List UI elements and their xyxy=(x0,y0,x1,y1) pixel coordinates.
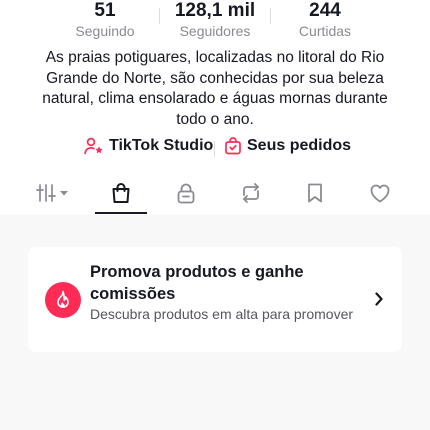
order-bag-icon xyxy=(225,137,241,155)
stat-following[interactable]: 51 Seguindo xyxy=(50,0,160,40)
chevron-right-icon xyxy=(375,292,383,306)
tab-shop[interactable] xyxy=(95,172,147,214)
heart-icon xyxy=(370,184,390,203)
active-tab-indicator xyxy=(95,212,147,214)
tab-liked[interactable] xyxy=(354,172,406,214)
grid-menu-icon xyxy=(36,184,68,202)
shop-tab-content: Promova produtos e ganhe comissões Descu… xyxy=(0,215,430,430)
promote-products-card[interactable]: Promova produtos e ganhe comissões Descu… xyxy=(28,247,402,352)
profile-header: 51 Seguindo 128,1 mil Seguidores 244 Cur… xyxy=(0,0,430,216)
tiktok-studio-label: TikTok Studio xyxy=(109,137,214,154)
profile-stats: 51 Seguindo 128,1 mil Seguidores 244 Cur… xyxy=(0,0,430,40)
promo-subtitle: Descubra produtos em alta para promover xyxy=(90,306,354,322)
person-star-icon xyxy=(84,137,103,155)
lock-icon xyxy=(177,183,195,204)
stat-likes-count: 244 xyxy=(309,0,341,21)
stat-followers-label: Seguidores xyxy=(179,23,251,39)
bookmark-icon xyxy=(308,183,322,203)
tab-grid-menu[interactable] xyxy=(27,172,79,214)
tiktok-studio-link[interactable]: TikTok Studio xyxy=(84,137,213,155)
promo-icon-badge xyxy=(45,282,81,318)
stat-following-label: Seguindo xyxy=(75,23,135,39)
promo-title: Promova produtos e ganhe comissões xyxy=(90,263,304,303)
tab-favorites[interactable] xyxy=(289,172,341,214)
stat-followers[interactable]: 128,1 mil Seguidores xyxy=(160,0,270,40)
orders-link[interactable]: Seus pedidos xyxy=(224,137,351,155)
links-divider xyxy=(214,141,215,157)
stat-followers-count: 128,1 mil xyxy=(174,0,256,21)
tab-private[interactable] xyxy=(160,172,212,214)
profile-bio: As praias potiguares, localizadas no lit… xyxy=(42,49,388,128)
orders-label: Seus pedidos xyxy=(247,137,352,154)
flame-icon xyxy=(57,290,69,308)
profile-tabs xyxy=(0,172,430,216)
shopping-bag-icon xyxy=(112,183,130,203)
stat-following-count: 51 xyxy=(94,0,116,21)
repost-icon xyxy=(243,183,259,203)
stat-likes-label: Curtidas xyxy=(298,23,352,39)
tab-reposts[interactable] xyxy=(225,172,277,214)
stat-likes[interactable]: 244 Curtidas xyxy=(270,0,380,40)
profile-links: TikTok Studio Seus pedidos xyxy=(0,137,430,161)
